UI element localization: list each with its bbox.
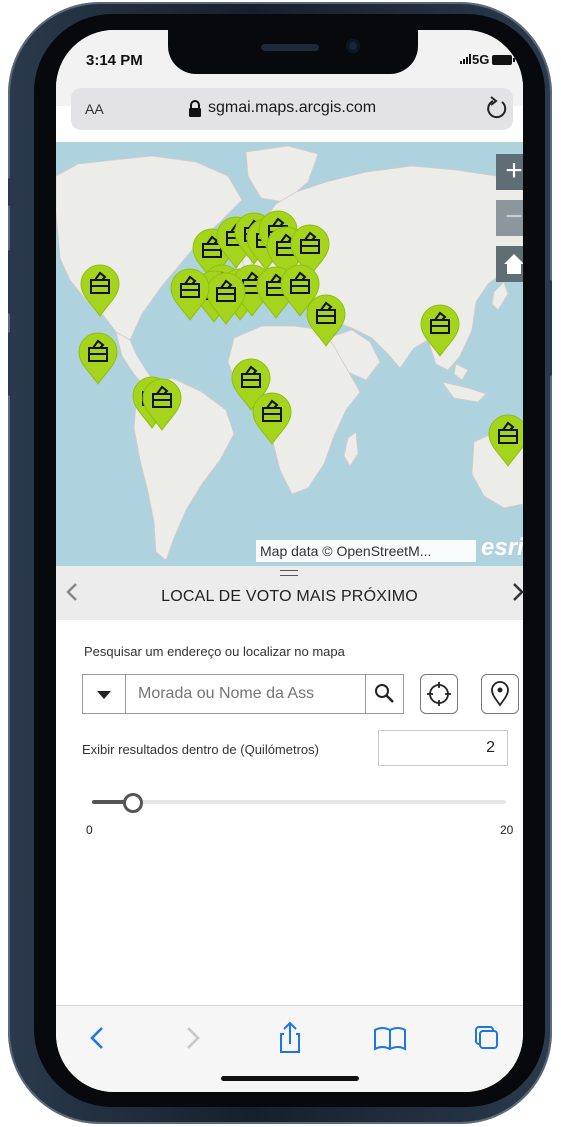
phone-screen: 3:14 PM 5G AA sgmai.maps.arcgis.com + − … [56,30,523,1092]
volume-up-button [8,250,14,314]
lock-icon [189,100,201,117]
select-on-map-button[interactable] [481,674,519,714]
search-source-dropdown[interactable] [83,675,126,713]
share-icon[interactable] [270,1018,310,1058]
polling-station-marker[interactable] [78,262,122,318]
polling-station-marker[interactable] [168,266,212,322]
zoom-out-button[interactable]: − [496,200,523,236]
back-icon[interactable] [78,1018,118,1058]
radius-slider-thumb[interactable] [123,793,144,813]
crosshair-icon [427,682,451,706]
home-indicator [221,1076,359,1081]
esri-logo: esri [481,534,523,561]
next-icon[interactable] [510,582,523,602]
map-view[interactable]: + − Map data © OpenStreetM... esri [56,142,523,566]
url-text[interactable]: sgmai.maps.arcgis.com [208,99,376,117]
notch [168,30,418,74]
polling-station-marker[interactable] [250,390,294,446]
reload-icon[interactable] [483,93,509,123]
search-box [82,674,404,714]
search-input[interactable] [126,675,364,713]
polling-station-marker[interactable] [140,376,184,432]
signal-icon [460,54,471,64]
slider-max-label: 20 [500,823,514,837]
home-extent-button[interactable] [496,246,523,282]
forward-icon[interactable] [172,1018,212,1058]
bookmarks-icon[interactable] [370,1018,410,1058]
front-camera [346,39,360,53]
volume-down-button [8,332,14,396]
search-label: Pesquisar um endereço ou localizar no ma… [84,644,345,659]
search-icon [375,684,394,703]
drag-handle-icon[interactable] [280,570,298,571]
radius-input[interactable]: 2 [378,730,508,766]
polling-station-marker[interactable] [486,412,523,468]
search-button[interactable] [365,675,404,713]
tabs-icon[interactable] [466,1018,506,1058]
phone-frame: 3:14 PM 5G AA sgmai.maps.arcgis.com + − … [8,2,552,1124]
radius-slider-track[interactable] [92,800,506,804]
address-bar[interactable]: AA sgmai.maps.arcgis.com [71,88,513,130]
slider-min-label: 0 [86,823,93,837]
panel-title: LOCAL DE VOTO MAIS PRÓXIMO [161,588,418,605]
polling-station-marker[interactable] [418,302,462,358]
status-time: 3:14 PM [86,52,143,69]
map-attribution: Map data © OpenStreetM... [256,540,476,562]
speaker [261,44,319,51]
home-icon [504,254,523,274]
polling-station-marker[interactable] [304,292,348,348]
text-size-button[interactable]: AA [85,101,104,117]
search-panel: Pesquisar um endereço ou localizar no ma… [56,620,523,1005]
zoom-in-button[interactable]: + [496,154,523,190]
pin-icon [491,681,509,707]
power-button [546,280,552,376]
radius-label: Exibir resultados dentro de (Quilómetros… [82,742,319,757]
polling-station-marker[interactable] [76,330,120,386]
locate-button[interactable] [420,674,458,714]
network-type: 5G [472,52,490,67]
drag-handle-icon-2[interactable] [280,575,298,576]
battery-icon [492,55,515,65]
panel-header[interactable]: LOCAL DE VOTO MAIS PRÓXIMO [56,566,523,620]
mute-switch [8,178,14,206]
